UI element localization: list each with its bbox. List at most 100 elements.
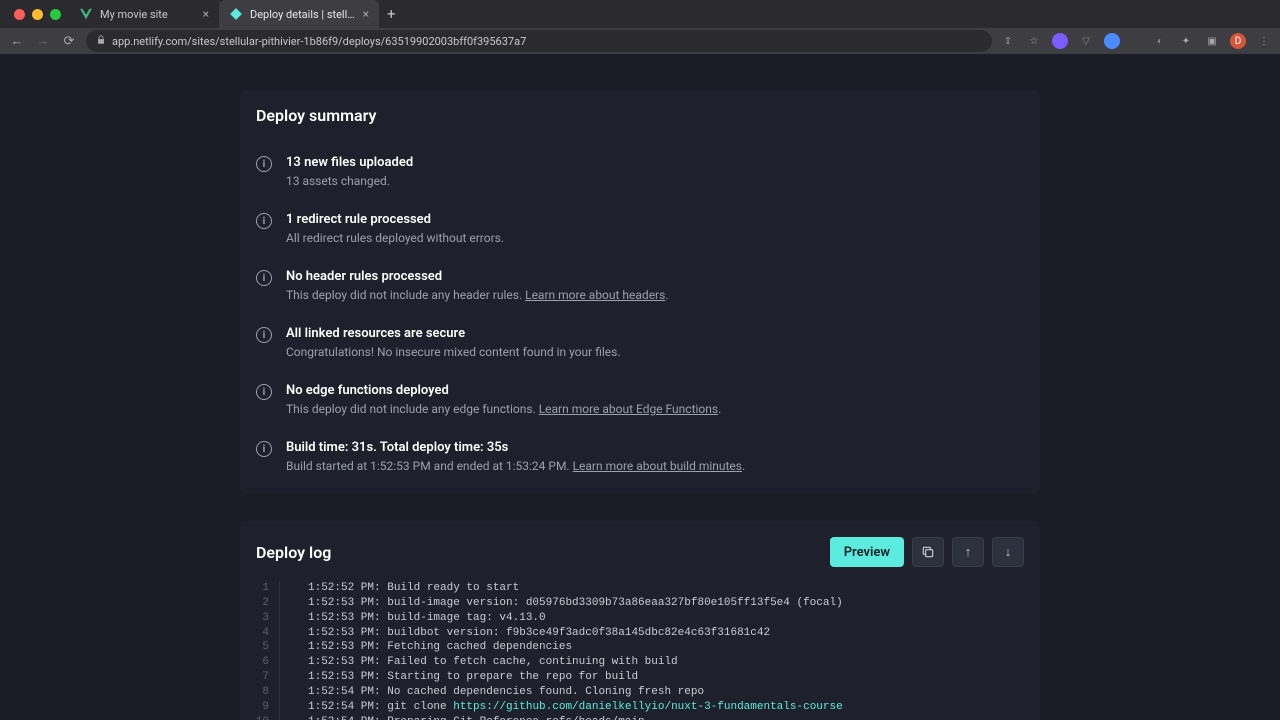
new-tab-button[interactable]: + <box>379 5 404 23</box>
tab-title: My movie site <box>100 8 196 21</box>
line-content: 1:52:54 PM: Preparing Git Reference refs… <box>280 715 645 720</box>
log-line: 71:52:53 PM: Starting to prepare the rep… <box>240 670 1040 685</box>
info-icon: i <box>256 270 272 286</box>
log-title: Deploy log <box>256 543 331 562</box>
browser-tab-1[interactable]: Deploy details | stellular-pithi… × <box>219 0 379 28</box>
summary-heading: All linked resources are secure <box>286 326 1024 341</box>
summary-item: iNo header rules processedThis deploy di… <box>240 257 1040 314</box>
line-content: 1:52:53 PM: buildbot version: f9b3ce49f3… <box>280 626 770 641</box>
minimize-window-icon[interactable] <box>32 9 43 20</box>
netlify-favicon-icon <box>229 7 243 21</box>
line-number: 3 <box>240 611 280 626</box>
summary-title: Deploy summary <box>240 106 1040 143</box>
info-icon: i <box>256 441 272 457</box>
log-line: 21:52:53 PM: build-image version: d05976… <box>240 596 1040 611</box>
summary-sub: Build started at 1:52:53 PM and ended at… <box>286 459 1024 473</box>
summary-item: iNo edge functions deployedThis deploy d… <box>240 371 1040 428</box>
info-icon: i <box>256 327 272 343</box>
line-number: 1 <box>240 581 280 596</box>
ext-shield-icon[interactable]: ◐ <box>1152 33 1168 49</box>
scroll-up-button[interactable]: ↑ <box>952 537 984 567</box>
summary-heading: 13 new files uploaded <box>286 155 1024 170</box>
tab-title: Deploy details | stellular-pithi… <box>250 8 356 21</box>
page-content: Deploy summary i13 new files uploaded13 … <box>0 54 1280 720</box>
line-content: 1:52:53 PM: Fetching cached dependencies <box>280 640 572 655</box>
forward-button[interactable]: → <box>34 32 52 50</box>
summary-item: i 13 new files uploaded 13 assets changed. <box>240 143 1040 200</box>
extensions-icon[interactable]: ✦ <box>1178 33 1194 49</box>
summary-item: i All linked resources are secure Congratu… <box>240 314 1040 371</box>
line-number: 6 <box>240 655 280 670</box>
info-icon: i <box>256 213 272 229</box>
preview-button[interactable]: Preview <box>830 537 904 567</box>
info-icon: i <box>256 384 272 400</box>
line-number: 4 <box>240 626 280 641</box>
log-line: 11:52:52 PM: Build ready to start <box>240 581 1040 596</box>
vue-favicon-icon <box>79 7 93 21</box>
log-line: 91:52:54 PM: git clone https://github.co… <box>240 700 1040 715</box>
summary-text: Build time: 31s. Total deploy time: 35s B… <box>286 440 1024 473</box>
line-content: 1:52:53 PM: build-image version: d05976b… <box>280 596 843 611</box>
summary-item: i 1 redirect rule processed All redirect r… <box>240 200 1040 257</box>
ext-blue-icon[interactable] <box>1104 33 1120 49</box>
share-icon[interactable]: ⇪ <box>1000 33 1016 49</box>
reload-button[interactable]: ⟳ <box>60 32 78 50</box>
info-icon: i <box>256 156 272 172</box>
panel-icon[interactable]: ▣ <box>1204 33 1220 49</box>
browser-chrome: My movie site × Deploy details | stellul… <box>0 0 1280 54</box>
line-content: 1:52:52 PM: Build ready to start <box>280 581 519 596</box>
log-url-link[interactable]: https://github.com/danielkellyio/nuxt-3-… <box>453 701 842 713</box>
deploy-log-card: Deploy log Preview ↑ ↓ 11:52:52 PM: Buil… <box>240 521 1040 720</box>
log-header: Deploy log Preview ↑ ↓ <box>240 537 1040 581</box>
summary-sub: All redirect rules deployed without erro… <box>286 231 1024 245</box>
ext-v-icon[interactable]: ▽ <box>1078 33 1094 49</box>
summary-sub: Congratulations! No insecure mixed conte… <box>286 345 1024 359</box>
summary-text: 1 redirect rule processed All redirect ru… <box>286 212 1024 245</box>
line-number: 2 <box>240 596 280 611</box>
deploy-summary-card: Deploy summary i13 new files uploaded13 … <box>240 90 1040 493</box>
copy-button[interactable] <box>912 537 944 567</box>
line-number: 8 <box>240 685 280 700</box>
summary-heading: No edge functions deployed <box>286 383 1024 398</box>
lock-icon <box>96 35 106 48</box>
summary-item: i Build time: 31s. Total deploy time: 35s… <box>240 428 1040 485</box>
learn-more-link[interactable]: Learn more about headers <box>525 288 665 302</box>
close-window-icon[interactable] <box>14 9 25 20</box>
log-actions: Preview ↑ ↓ <box>830 537 1024 567</box>
tabs-row: My movie site × Deploy details | stellul… <box>0 0 1280 28</box>
extension-icons: ⇪ ☆ ▽ ◐ ✦ ▣ D ⋮ <box>1000 33 1272 49</box>
maximize-window-icon[interactable] <box>50 9 61 20</box>
star-icon[interactable]: ☆ <box>1026 33 1042 49</box>
address-row: ← → ⟳ app.netlify.com/sites/stellular-pi… <box>0 28 1280 54</box>
window-controls <box>8 9 69 20</box>
line-number: 5 <box>240 640 280 655</box>
learn-more-link[interactable]: Learn more about build minutes <box>573 459 742 473</box>
line-content: 1:52:53 PM: Failed to fetch cache, conti… <box>280 655 678 670</box>
scroll-down-button[interactable]: ↓ <box>992 537 1024 567</box>
line-content: 1:52:54 PM: No cached dependencies found… <box>280 685 704 700</box>
learn-more-link[interactable]: Learn more about Edge Functions <box>539 402 718 416</box>
summary-text: 13 new files uploaded 13 assets changed. <box>286 155 1024 188</box>
address-bar[interactable]: app.netlify.com/sites/stellular-pithivie… <box>86 30 992 52</box>
log-line: 31:52:53 PM: build-image tag: v4.13.0 <box>240 611 1040 626</box>
close-tab-icon[interactable]: × <box>363 7 369 21</box>
profile-avatar[interactable]: D <box>1230 33 1246 49</box>
summary-heading: 1 redirect rule processed <box>286 212 1024 227</box>
log-line: 61:52:53 PM: Failed to fetch cache, cont… <box>240 655 1040 670</box>
line-number: 7 <box>240 670 280 685</box>
log-line: 101:52:54 PM: Preparing Git Reference re… <box>240 715 1040 720</box>
line-content: 1:52:53 PM: build-image tag: v4.13.0 <box>280 611 546 626</box>
log-line: 81:52:54 PM: No cached dependencies foun… <box>240 685 1040 700</box>
summary-sub: 13 assets changed. <box>286 174 1024 188</box>
line-content: 1:52:54 PM: git clone https://github.com… <box>280 700 843 715</box>
summary-text: All linked resources are secure Congratul… <box>286 326 1024 359</box>
menu-icon[interactable]: ⋮ <box>1256 33 1272 49</box>
close-tab-icon[interactable]: × <box>203 7 209 21</box>
log-line: 51:52:53 PM: Fetching cached dependencie… <box>240 640 1040 655</box>
summary-heading: Build time: 31s. Total deploy time: 35s <box>286 440 1024 455</box>
url-text: app.netlify.com/sites/stellular-pithivie… <box>112 35 526 48</box>
browser-tab-0[interactable]: My movie site × <box>69 0 219 28</box>
line-number: 10 <box>240 715 280 720</box>
back-button[interactable]: ← <box>8 32 26 50</box>
ext-purple-icon[interactable] <box>1052 33 1068 49</box>
